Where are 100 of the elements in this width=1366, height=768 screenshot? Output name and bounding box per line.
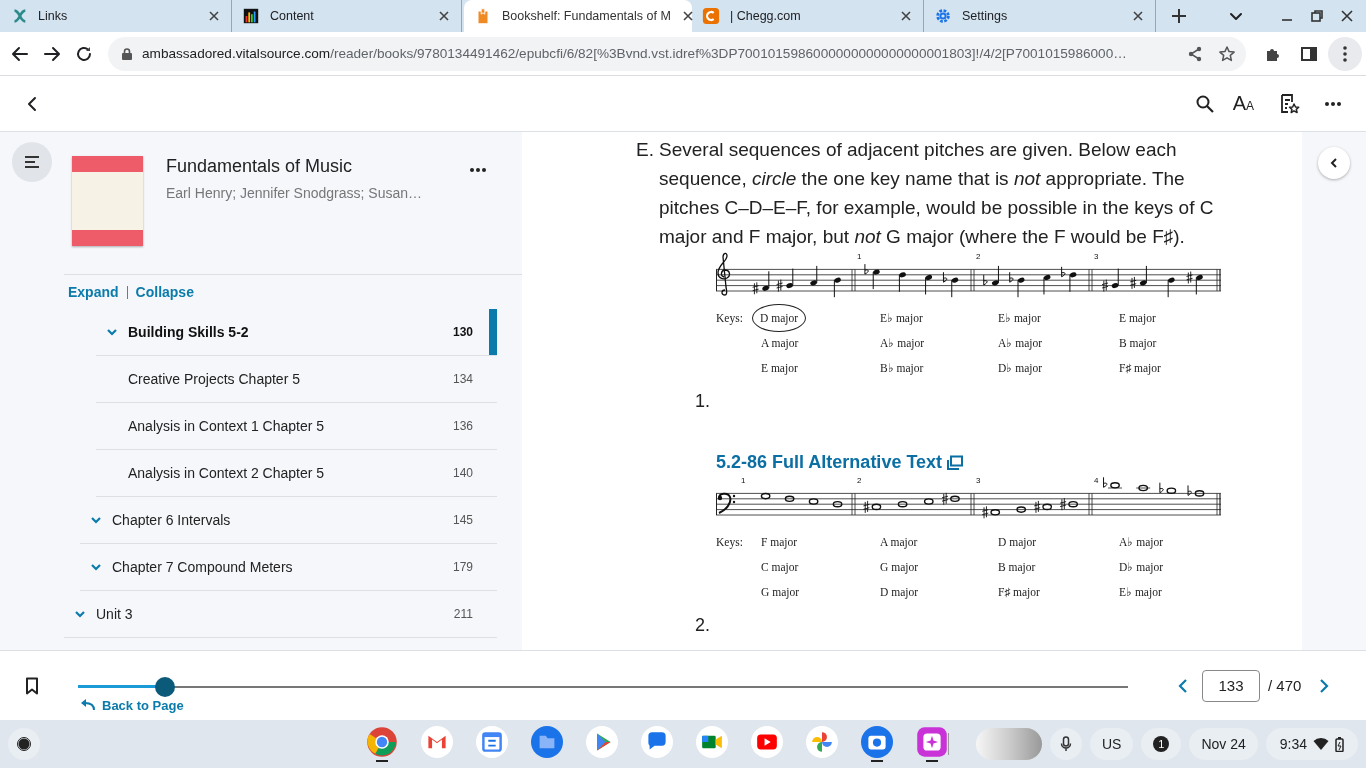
toc-label: Building Skills 5-2 <box>128 324 250 340</box>
toc-label: Unit 3 <box>96 606 134 622</box>
toc-item[interactable]: Analysis in Context 2 Chapter 5 140 <box>96 450 497 497</box>
measure-number: 1 <box>741 476 746 485</box>
toc-item[interactable]: Chapter 7 Compound Meters 179 <box>80 544 497 591</box>
toc-label: Chapter 7 Compound Meters <box>112 559 294 575</box>
browser-tab[interactable]: Bookshelf: Fundamentals of M <box>464 0 692 32</box>
alt-text-link[interactable]: 5.2-86 Full Alternative Text <box>716 452 943 473</box>
microphone-button[interactable] <box>1049 728 1082 760</box>
toc-item[interactable]: Chapter 6 Intervals 145 <box>80 497 497 544</box>
close-icon[interactable] <box>1131 9 1145 23</box>
envelope-app-icon[interactable] <box>421 726 453 758</box>
url-text: ambassadored.vitalsource.com/reader/books/9780134491462/epubcfi/6/82[%3Bvnd.vst.idref%3DP7001015986000000000000000001803]!/4/2[P7001015986000… <box>142 46 1127 61</box>
calendar-app-icon[interactable] <box>476 726 508 758</box>
key-name: C major <box>761 560 799 573</box>
chevron-left-icon[interactable] <box>1176 677 1190 694</box>
sparkle-app-icon[interactable] <box>916 726 948 758</box>
side-panel-icon[interactable] <box>1300 44 1318 63</box>
key-name: G major <box>761 585 799 598</box>
toc-item[interactable]: Creative Projects Chapter 5 134 <box>96 356 497 403</box>
play-button-app-icon[interactable] <box>751 726 783 758</box>
page-number-field[interactable]: 133 <box>1202 669 1260 702</box>
clock-time: 9:34 <box>1279 736 1307 752</box>
close-icon[interactable] <box>680 9 695 23</box>
undo-arrow-icon <box>80 698 96 712</box>
slider-thumb[interactable] <box>155 676 176 697</box>
plus-icon[interactable] <box>1170 7 1188 25</box>
back-to-page-link[interactable]: Back to Page <box>78 697 1128 713</box>
list-star-icon[interactable] <box>1278 92 1300 115</box>
rounded-square-icon <box>702 7 720 25</box>
page-number: 211 <box>453 607 473 621</box>
more-icon[interactable] <box>1324 100 1342 107</box>
page-number: 140 <box>452 466 473 480</box>
key-name: B major <box>998 560 1036 573</box>
open-window-icon[interactable] <box>946 454 965 471</box>
list-marker: E. <box>636 138 655 162</box>
date-button[interactable]: Nov 24 <box>1189 728 1258 760</box>
play-triangle-app-icon[interactable] <box>586 726 618 758</box>
folder-app-icon[interactable] <box>531 726 563 758</box>
key-name: A♭ major <box>1119 534 1163 549</box>
launcher-button[interactable] <box>8 728 40 760</box>
share-icon[interactable] <box>1186 44 1204 63</box>
collapse-panel-button[interactable] <box>1318 147 1350 179</box>
lock-icon <box>120 46 134 61</box>
close-icon[interactable] <box>207 9 221 23</box>
key-name: D♭ major <box>1119 559 1163 574</box>
bar-chart-icon <box>242 7 260 25</box>
ring-app-icon[interactable] <box>366 726 398 758</box>
close-icon[interactable] <box>1340 9 1354 23</box>
toc-item[interactable]: Unit 3 211 <box>64 591 497 638</box>
chevron-down-icon[interactable] <box>90 561 102 573</box>
key-name: A major <box>761 336 799 349</box>
more-icon[interactable] <box>469 167 487 173</box>
chevron-down-icon[interactable] <box>74 608 86 620</box>
page-slider[interactable] <box>78 676 1128 697</box>
bookmark-icon[interactable] <box>25 676 39 695</box>
chat-bubble-app-icon[interactable] <box>641 726 673 758</box>
keys-label: Keys: <box>716 534 744 551</box>
selection-bar <box>489 309 497 355</box>
toc-item[interactable]: Building Skills 5-2 130 <box>96 309 497 356</box>
key-name: F♯ major <box>1119 361 1161 374</box>
video-camera-app-icon[interactable] <box>696 726 728 758</box>
key-name: E major <box>1119 311 1156 324</box>
pinwheel-app-icon[interactable] <box>806 726 838 758</box>
key-name: E♭ major <box>1119 584 1162 599</box>
restore-icon[interactable] <box>1310 9 1324 23</box>
wifi-icon <box>1313 737 1329 751</box>
chevron-down-icon[interactable] <box>90 514 102 526</box>
toc-item[interactable]: Analysis in Context 1 Chapter 5 136 <box>96 403 497 450</box>
camera-app-icon[interactable] <box>861 726 893 758</box>
tab-title: Bookshelf: Fundamentals of M <box>502 9 671 23</box>
close-icon[interactable] <box>899 9 913 23</box>
chevron-down-icon[interactable] <box>106 326 118 338</box>
tab-title: Links <box>38 9 69 23</box>
search-icon[interactable] <box>1194 93 1215 114</box>
instructions-text: Several sequences of adjacent pitches are given. Below each sequence, circle the one key name that is not appropriate. The pitches C–D–E–F, for example, would be possible in the keys of C major and F major, but not G major (where the F would be F♯). <box>659 138 1215 249</box>
close-icon[interactable] <box>437 9 451 23</box>
toc-label: Analysis in Context 1 Chapter 5 <box>128 418 326 434</box>
menu-button[interactable] <box>12 142 52 182</box>
star-icon[interactable] <box>1218 44 1236 63</box>
page-number: 179 <box>452 560 473 574</box>
address-bar[interactable]: ambassadored.vitalsource.com/reader/books/9780134491462/epubcfi/6/82[%3Bvnd.vst.idref%3DP7001015986000000000000000001803]!/4/2[P7001015986000… <box>108 36 1246 71</box>
key-name: G major <box>880 560 918 573</box>
key-name: A♭ major <box>998 335 1042 350</box>
notification-count[interactable]: 1 <box>1153 736 1170 752</box>
measure-number: 3 <box>976 476 981 485</box>
page-number: 134 <box>452 372 473 386</box>
running-indicator <box>926 760 938 762</box>
collapse-link[interactable]: Collapse <box>135 284 194 300</box>
measure-number: 3 <box>1094 252 1099 261</box>
keyboard-layout-button[interactable]: US <box>1089 728 1134 760</box>
status-area[interactable]: 9:34 <box>1265 728 1358 760</box>
answer-number: 1. <box>695 390 711 413</box>
page-number: 145 <box>452 513 473 527</box>
page-number: 136 <box>452 419 473 433</box>
expand-link[interactable]: Expand <box>68 284 119 300</box>
vertical-dots-icon <box>1342 44 1348 63</box>
tab-title: Settings <box>962 9 1009 23</box>
settings-icon <box>934 7 952 25</box>
keys-label: Keys: <box>716 310 744 327</box>
